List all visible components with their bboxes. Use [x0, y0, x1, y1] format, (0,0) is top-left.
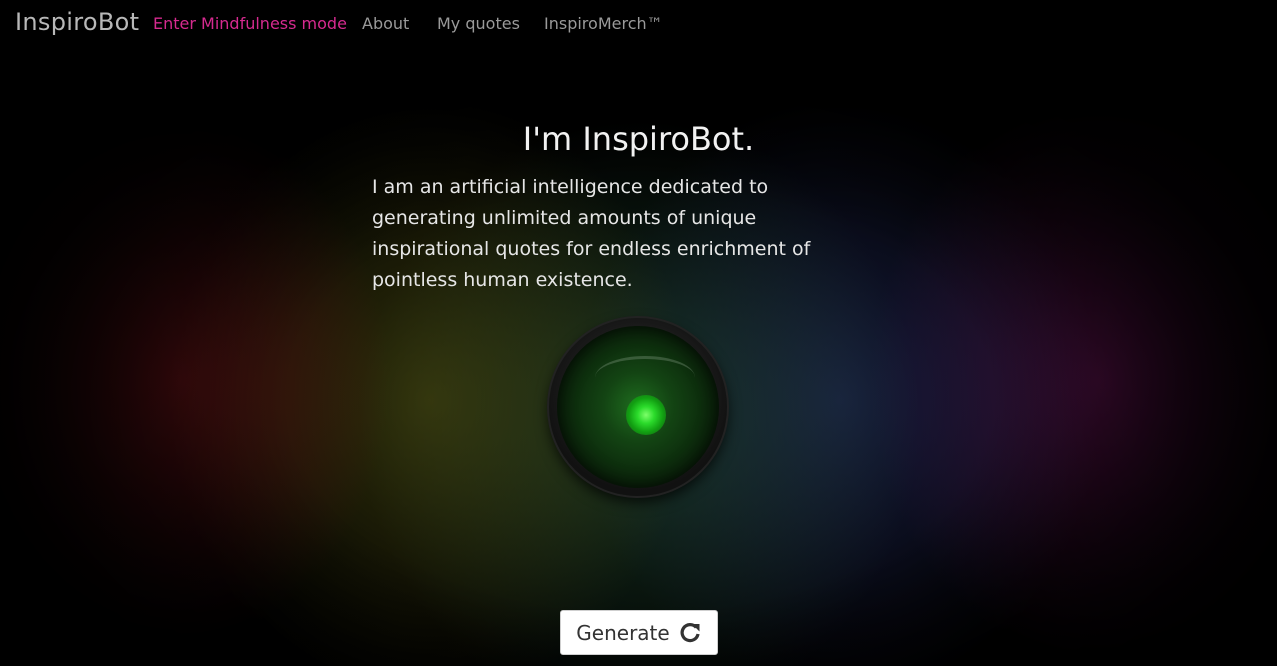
page-title: I'm InspiroBot.: [522, 120, 755, 158]
nav-link-merch[interactable]: InspiroMerch™: [544, 14, 663, 33]
nav-link-my-quotes[interactable]: My quotes: [437, 14, 520, 33]
nav-link-mindfulness[interactable]: Enter Mindfulness mode: [153, 14, 347, 33]
intro-text: I am an artificial intelligence dedicate…: [372, 176, 811, 291]
brand-logo[interactable]: InspiroBot: [15, 8, 139, 36]
robot-eye-glow: [626, 395, 666, 435]
generate-button[interactable]: Generate: [560, 610, 718, 655]
robot-eye-lens: [557, 326, 719, 488]
refresh-icon: [680, 622, 700, 642]
nav-link-about[interactable]: About: [362, 14, 409, 33]
robot-eye-reflection: [595, 356, 695, 399]
robot-eye-image: [549, 318, 727, 496]
generate-button-label: Generate: [576, 620, 670, 645]
